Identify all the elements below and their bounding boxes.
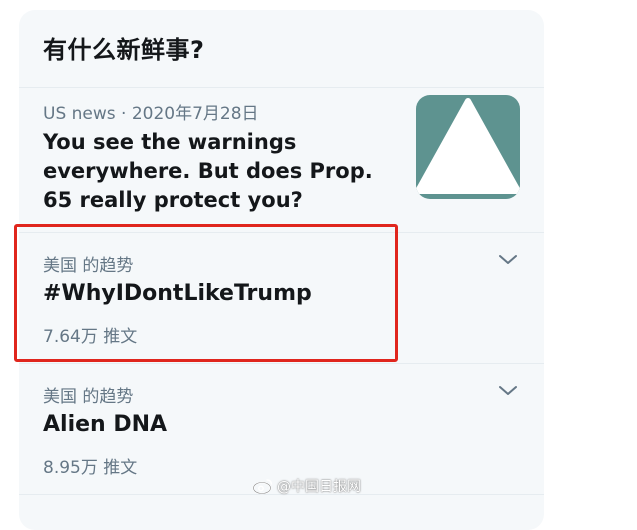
- trend-name[interactable]: #WhyIDontLikeTrump: [43, 281, 312, 306]
- weibo-icon: [252, 479, 273, 495]
- news-headline[interactable]: You see the warnings everywhere. But doe…: [43, 128, 403, 215]
- watermark-text: @中国日报网: [277, 479, 361, 495]
- trend-item[interactable]: 美国 的趋势 #WhyIDontLikeTrump 7.64万 推文: [19, 233, 544, 363]
- panel-title: 有什么新鲜事?: [43, 36, 205, 64]
- trend-tweet-count: 7.64万 推文: [43, 327, 138, 347]
- trend-item[interactable]: 美国 的趋势 Alien DNA 8.95万 推文: [19, 364, 544, 494]
- trend-tweet-count: 8.95万 推文: [43, 458, 138, 478]
- chevron-down-icon[interactable]: [495, 251, 521, 269]
- news-meta: US news · 2020年7月28日: [43, 104, 259, 124]
- watermark: @中国日报网: [252, 476, 361, 496]
- trend-context: 美国 的趋势: [43, 256, 134, 276]
- trend-context: 美国 的趋势: [43, 387, 134, 407]
- chevron-down-icon[interactable]: [495, 382, 521, 400]
- trend-name[interactable]: Alien DNA: [43, 412, 167, 437]
- news-item[interactable]: US news · 2020年7月28日 You see the warning…: [19, 88, 544, 232]
- news-thumbnail[interactable]: [416, 95, 520, 199]
- warning-triangle-icon: [416, 95, 520, 199]
- whats-happening-panel: 有什么新鲜事? US news · 2020年7月28日 You see the…: [19, 10, 544, 530]
